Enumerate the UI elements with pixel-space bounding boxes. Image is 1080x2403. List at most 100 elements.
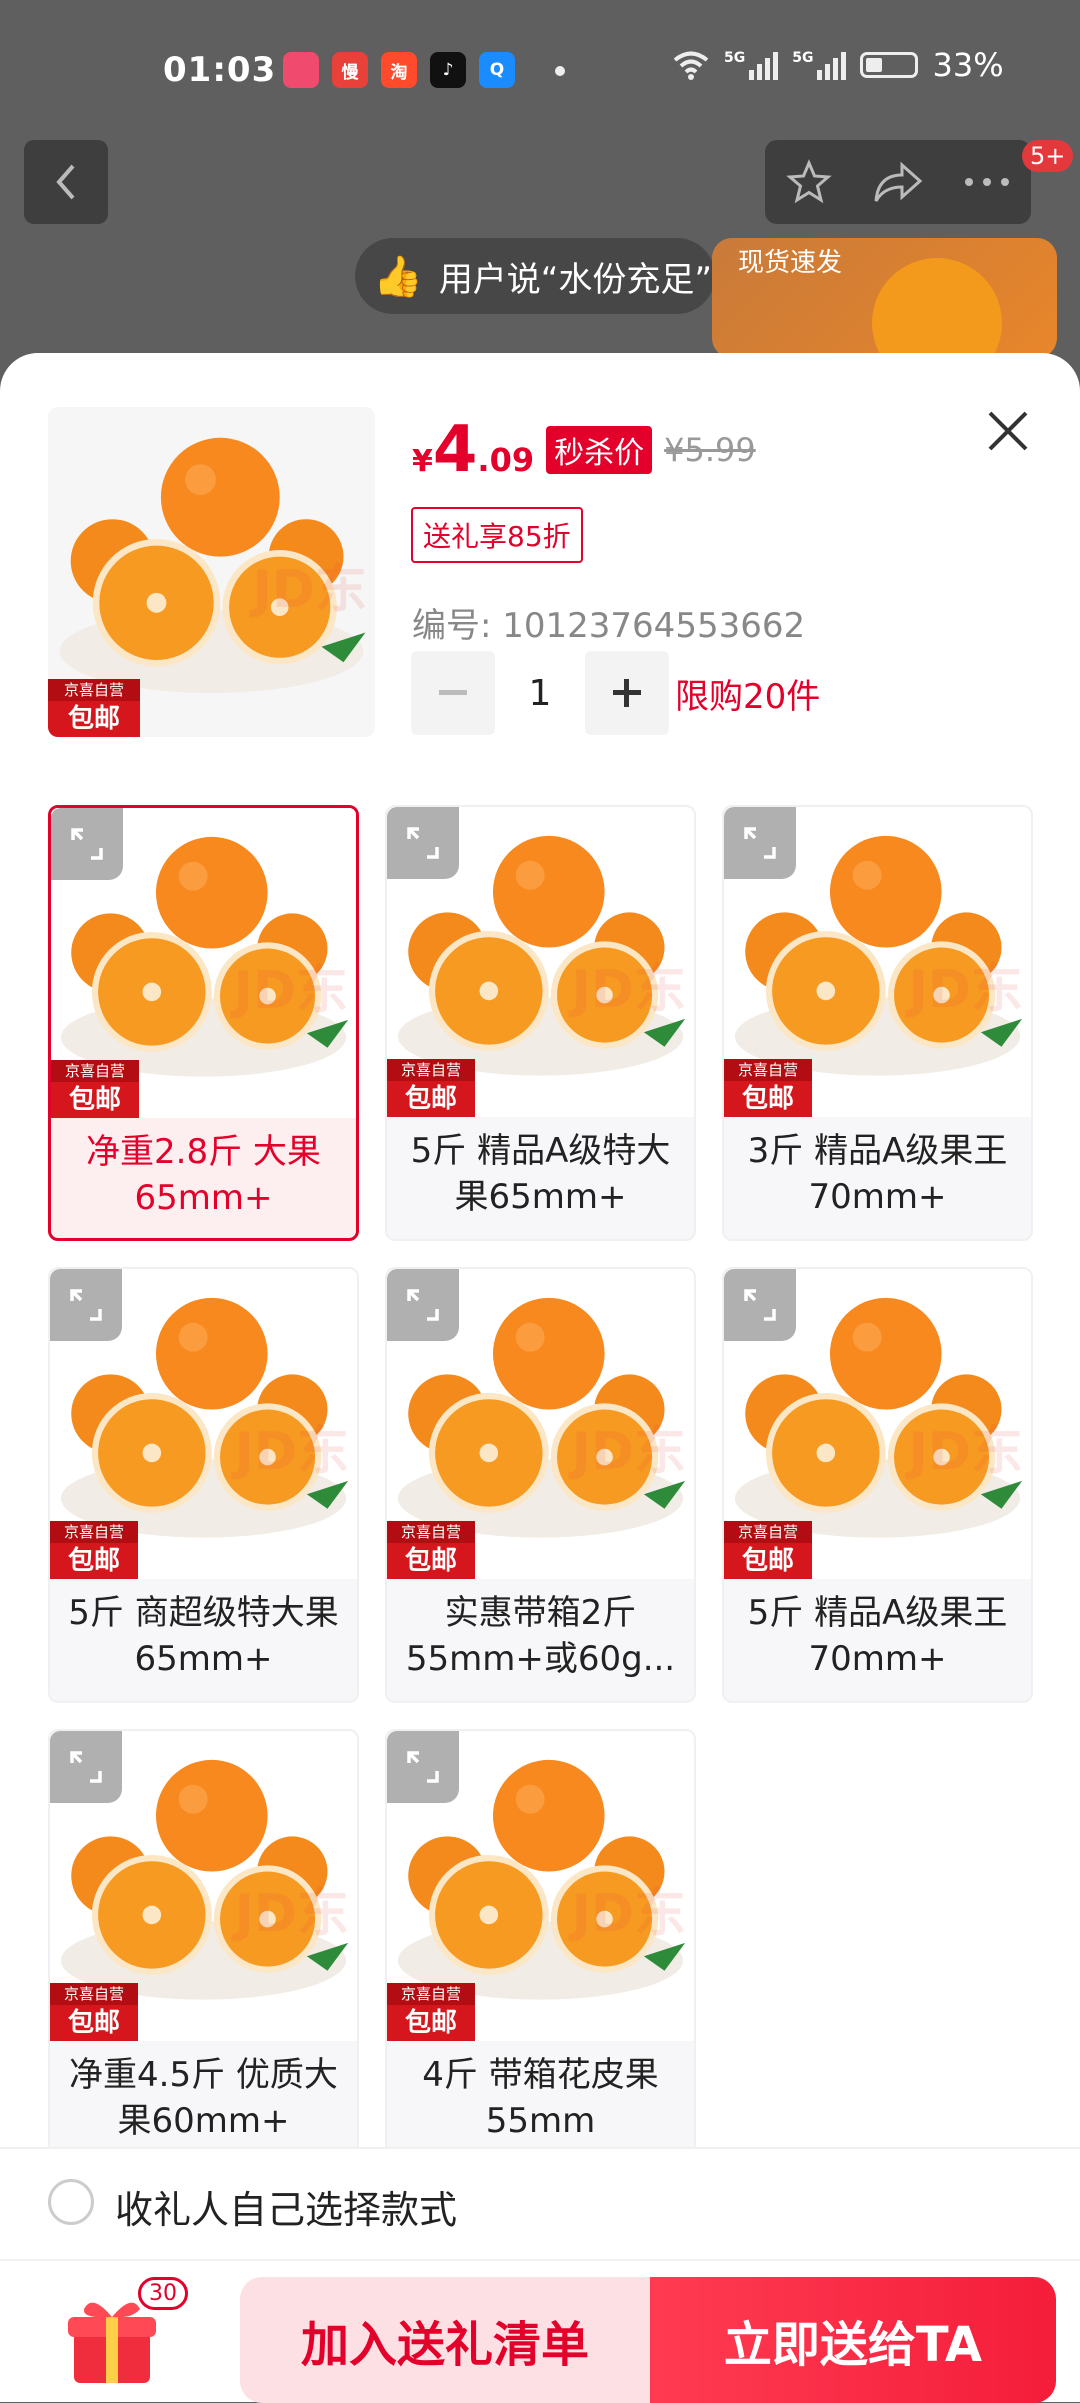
status-bar: 01:03 慢淘 ♪ Q 5G 5G 33% [0, 0, 1080, 140]
jd-watermark: JD东 [252, 560, 367, 620]
variant-card[interactable]: JD东京喜自营 包邮 4斤 带箱花皮果55mm [385, 1729, 696, 2165]
thumbs-up-icon: 👍 [373, 253, 423, 300]
jd-self-operated-tag: 京喜自营 包邮 [724, 1059, 812, 1117]
star-icon[interactable] [785, 158, 833, 206]
expand-image-button[interactable] [387, 807, 459, 879]
recipient-choose-option[interactable]: 收礼人自己选择款式 [0, 2147, 1080, 2259]
network-type-1: 5G [724, 50, 746, 66]
user-review-pill: 👍 用户说“水份充足” [355, 238, 715, 314]
expand-image-button[interactable] [387, 1731, 459, 1803]
variant-card[interactable]: JD东京喜自营 包邮 5斤 精品A级特大果65mm+ [385, 805, 696, 1241]
expand-image-button[interactable] [724, 1269, 796, 1341]
original-price: ¥5.99 [664, 431, 756, 469]
purchase-limit: 限购20件 [675, 676, 821, 717]
expand-icon [407, 1751, 439, 1783]
gift-discount-tag: 送礼享85折 [411, 507, 583, 563]
action-bar: 30 加入送礼清单 立即送给TA [0, 2259, 1080, 2403]
jd-watermark: JD东 [234, 1422, 349, 1482]
price-integer: 4 [432, 413, 478, 487]
back-button[interactable] [24, 140, 108, 224]
expand-image-button[interactable] [50, 1269, 122, 1341]
add-to-gift-list-button[interactable]: 加入送礼清单 [240, 2277, 650, 2403]
promo-banner: 现货速发 [712, 238, 1057, 358]
variant-card[interactable]: JD东京喜自营 包邮 5斤 商超级特大果65mm+ [48, 1267, 359, 1703]
notification-icons: 慢淘 ♪ Q [283, 52, 515, 88]
more-icon[interactable] [963, 176, 1011, 188]
variant-grid: JD东 京喜自营 包邮 净重2.8斤 大果65mm+ JD东 京喜自营 包邮 5斤 精品A级特… [48, 805, 1033, 2165]
jd-watermark: JD东 [571, 1884, 686, 1944]
expand-image-button[interactable] [724, 807, 796, 879]
user-review-text: 用户说“水份充足” [438, 259, 713, 300]
jd-self-operated-tag: 京喜自营 包邮 [387, 1983, 475, 2041]
variant-label: 5斤 精品A级果王70mm+ [747, 1593, 1008, 1679]
jd-self-operated-tag: 京喜自营 包邮 [724, 1521, 812, 1579]
share-icon[interactable] [872, 159, 924, 205]
jd-watermark: JD东 [908, 1422, 1023, 1482]
close-icon [988, 411, 1028, 451]
battery-icon [860, 52, 919, 78]
send-gift-button[interactable]: 立即送给TA [650, 2277, 1056, 2403]
jd-watermark: JD东 [234, 1884, 349, 1944]
app-1-icon [283, 52, 319, 88]
battery-percent: 33% [932, 46, 1004, 84]
jd-watermark: JD东 [908, 960, 1023, 1020]
variant-label: 5斤 精品A级特大果65mm+ [410, 1131, 671, 1217]
price-decimal: .09 [477, 441, 535, 479]
more-notifications-dot [555, 66, 565, 76]
sku-code: 编号: 10123764553662 [412, 606, 806, 646]
variant-label: 5斤 商超级特大果65mm+ [68, 1593, 339, 1679]
currency-symbol: ¥ [412, 444, 433, 479]
recipient-choose-label: 收礼人自己选择款式 [115, 2188, 458, 2232]
jd-self-operated-tag: 京喜自营 包邮 [50, 1983, 138, 2041]
expand-icon [71, 828, 103, 860]
gift-count-badge: 30 [138, 2277, 188, 2310]
signal-2-icon [817, 50, 847, 80]
variant-label: 实惠带箱2斤55mm+或60g... [405, 1593, 676, 1679]
price-row: ¥ 4 .09 秒杀价 ¥5.99 [412, 418, 756, 482]
variant-label: 净重2.8斤 大果65mm+ [86, 1132, 321, 1218]
increase-button[interactable] [585, 651, 669, 735]
jd-self-operated-tag: 京喜自营 包邮 [387, 1059, 475, 1117]
signal-1-icon [749, 50, 779, 80]
expand-icon [744, 827, 776, 859]
variant-label: 4斤 带箱花皮果55mm [422, 2055, 659, 2141]
product-image[interactable]: JD东 京喜自营 包邮 [48, 407, 375, 737]
system-icons: 5G 5G 33% [672, 46, 1004, 84]
jd-watermark: JD东 [233, 961, 348, 1021]
expand-image-button[interactable] [51, 808, 123, 880]
seckill-badge: 秒杀价 [546, 426, 653, 474]
message-count-badge: 5+ [1022, 140, 1074, 172]
quantity-value[interactable]: 1 [495, 673, 585, 714]
quantity-stepper: 1 限购20件 [411, 651, 820, 735]
jd-self-operated-tag: 京喜自营 包邮 [50, 1521, 138, 1579]
plus-icon [613, 679, 641, 707]
variant-card[interactable]: JD东京喜自营 包邮实惠带箱2斤55mm+或60g... [385, 1267, 696, 1703]
wifi-icon [673, 51, 709, 80]
jd-watermark: JD东 [571, 1422, 686, 1482]
expand-image-button[interactable] [50, 1731, 122, 1803]
jd-watermark: JD东 [571, 960, 686, 1020]
variant-card[interactable]: JD东京喜自营 包邮 3斤 精品A级果王70mm+ [722, 805, 1033, 1241]
jd-self-operated-tag: 京喜自营 包邮 [387, 1521, 475, 1579]
minus-icon [439, 690, 467, 695]
expand-icon [70, 1289, 102, 1321]
variant-card[interactable]: JD东京喜自营 包邮净重2.8斤 大果65mm+ [48, 805, 359, 1241]
jd-self-operated-tag: 京喜自营 包邮 [51, 1060, 139, 1118]
sku-selection-sheet: JD东 京喜自营 包邮 ¥ 4 .09 秒杀价 ¥5.99 送礼享85折 编号:… [0, 353, 1080, 2403]
expand-icon [407, 827, 439, 859]
recipient-choose-radio[interactable] [48, 2179, 94, 2225]
variant-card[interactable]: JD东京喜自营 包邮 5斤 精品A级果王70mm+ [722, 1267, 1033, 1703]
status-time: 01:03 [163, 50, 277, 90]
header-actions [765, 140, 1031, 224]
variant-label: 3斤 精品A级果王70mm+ [747, 1131, 1008, 1217]
jd-self-operated-tag: 京喜自营 包邮 [48, 679, 140, 737]
expand-image-button[interactable] [387, 1269, 459, 1341]
expand-icon [744, 1289, 776, 1321]
variant-label: 净重4.5斤 优质大果60mm+ [69, 2055, 338, 2141]
tiktok-icon: ♪ [430, 52, 466, 88]
chevron-left-icon [56, 164, 75, 200]
close-button[interactable] [978, 401, 1038, 461]
decrease-button[interactable] [411, 651, 495, 735]
app-2-icon: 慢 [332, 52, 368, 88]
variant-card[interactable]: JD东京喜自营 包邮净重4.5斤 优质大果60mm+ [48, 1729, 359, 2165]
